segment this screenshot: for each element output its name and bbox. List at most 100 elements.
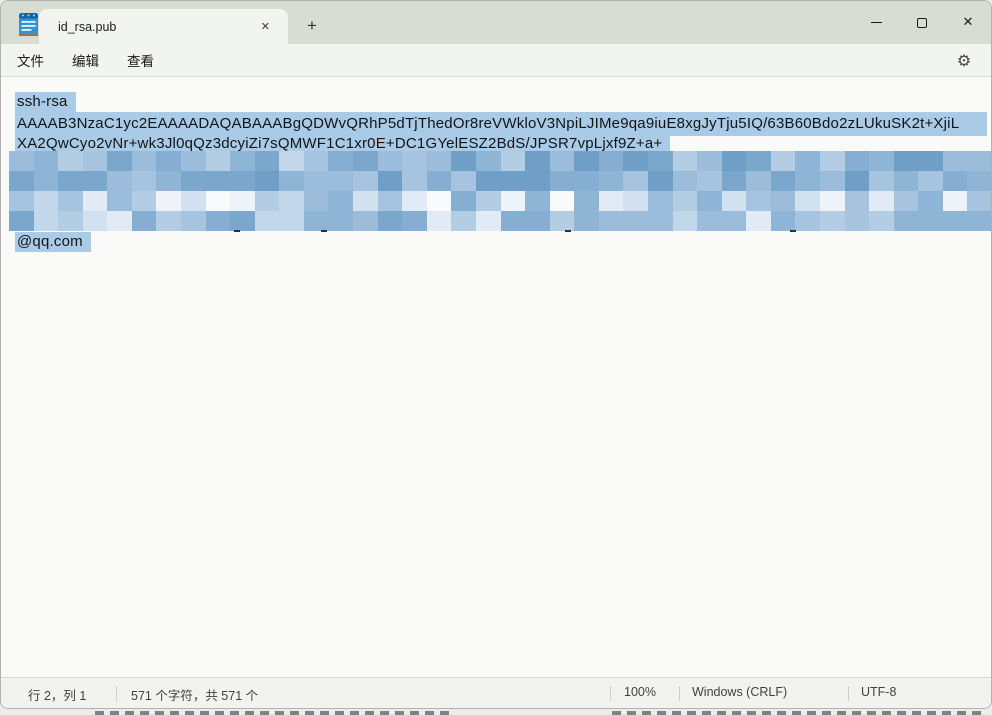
redaction-block	[746, 171, 771, 191]
redaction-block	[33, 151, 59, 171]
redaction-block	[328, 171, 354, 191]
redaction-block	[697, 171, 722, 191]
redaction-block	[869, 171, 894, 191]
redaction-block	[942, 191, 968, 211]
status-bar: 行 2，列 1 571 个字符，共 571 个 100% Windows (CR…	[1, 677, 991, 708]
redaction-block	[918, 171, 943, 191]
redaction-block	[746, 211, 771, 231]
redaction-block	[819, 191, 845, 211]
maximize-button[interactable]	[899, 1, 945, 44]
redaction-block	[205, 211, 231, 231]
redaction-block	[574, 191, 599, 211]
redaction-block	[770, 151, 796, 171]
redaction-block	[328, 151, 354, 171]
redaction-block	[107, 211, 132, 231]
redaction-block	[353, 151, 378, 171]
redaction-block	[33, 211, 59, 231]
redaction-block	[9, 191, 34, 211]
redaction-block	[205, 151, 231, 171]
redaction-block	[33, 191, 59, 211]
redaction-block	[647, 211, 673, 231]
redaction-block	[967, 171, 991, 191]
redaction-block	[721, 171, 747, 191]
taskbar-sliver	[95, 711, 450, 715]
redaction-block	[500, 211, 526, 231]
redaction-block	[500, 151, 526, 171]
blurred-text-fragment	[565, 230, 571, 232]
redaction-block	[869, 191, 894, 211]
redaction-block	[795, 151, 820, 171]
redaction-block	[819, 171, 845, 191]
zoom-level[interactable]: 100%	[624, 685, 656, 699]
redaction-block	[500, 171, 526, 191]
encoding[interactable]: UTF-8	[861, 685, 896, 699]
redaction-block	[402, 151, 427, 171]
redaction-block	[353, 211, 378, 231]
redaction-block	[254, 191, 280, 211]
maximize-icon	[917, 17, 927, 28]
redaction-block	[402, 191, 427, 211]
menu-view[interactable]: 查看	[119, 46, 162, 74]
redaction-block	[279, 191, 304, 211]
redaction-block	[525, 191, 550, 211]
redaction-block	[426, 191, 452, 211]
redaction-block	[672, 151, 698, 171]
redaction-block	[58, 171, 83, 191]
redaction-block	[598, 171, 624, 191]
redaction-block	[623, 191, 648, 211]
redaction-block	[131, 211, 157, 231]
text-editor[interactable]: ssh-rsa AAAAB3NzaC1yc2EAAAADAQABAAABgQDW…	[1, 77, 991, 678]
line-ending[interactable]: Windows (CRLF)	[692, 685, 787, 699]
minimize-button[interactable]	[853, 1, 899, 44]
redaction-block	[107, 171, 132, 191]
redaction-block	[746, 191, 771, 211]
redaction-block	[230, 211, 255, 231]
redaction-block	[205, 171, 231, 191]
redaction-block	[279, 151, 304, 171]
redaction-block	[377, 171, 403, 191]
redaction-block	[697, 211, 722, 231]
redaction-block	[893, 211, 919, 231]
redaction-mosaic	[9, 151, 991, 231]
redaction-block	[721, 211, 747, 231]
redaction-block	[451, 191, 476, 211]
close-button[interactable]: ✕	[945, 1, 991, 44]
redaction-block	[574, 151, 599, 171]
redaction-block	[598, 191, 624, 211]
redaction-block	[574, 211, 599, 231]
redaction-block	[967, 191, 991, 211]
menu-file[interactable]: 文件	[9, 46, 52, 74]
redaction-block	[328, 191, 354, 211]
redaction-block	[402, 171, 427, 191]
new-tab-button[interactable]: +	[298, 13, 326, 39]
blurred-text-fragment	[234, 230, 240, 232]
redaction-block	[795, 191, 820, 211]
redaction-block	[549, 171, 575, 191]
redaction-block	[525, 151, 550, 171]
redaction-block	[770, 191, 796, 211]
selected-text-last: @qq.com	[15, 232, 91, 252]
redaction-block	[795, 171, 820, 191]
redaction-block	[377, 191, 403, 211]
tab-close-icon[interactable]: ✕	[255, 17, 276, 36]
menu-edit[interactable]: 编辑	[64, 46, 107, 74]
redaction-block	[918, 151, 943, 171]
settings-gear-icon[interactable]: ⚙	[949, 47, 979, 74]
minimize-icon	[870, 22, 882, 23]
statusbar-divider	[679, 686, 680, 701]
redaction-block	[574, 171, 599, 191]
redaction-block	[475, 171, 501, 191]
redaction-block	[451, 171, 476, 191]
redaction-block	[254, 151, 280, 171]
redaction-block	[623, 171, 648, 191]
tab-id-rsa-pub[interactable]: id_rsa.pub ✕	[39, 9, 288, 44]
text-lines: ssh-rsa AAAAB3NzaC1yc2EAAAADAQABAAABgQDW…	[1, 77, 991, 154]
redaction-block	[672, 211, 698, 231]
redaction-block	[623, 211, 648, 231]
redaction-block	[598, 211, 624, 231]
redaction-block	[942, 211, 968, 231]
redaction-block	[156, 211, 182, 231]
redaction-block	[549, 191, 575, 211]
selected-text-1: ssh-rsa	[15, 92, 76, 112]
statusbar-divider	[610, 686, 611, 701]
